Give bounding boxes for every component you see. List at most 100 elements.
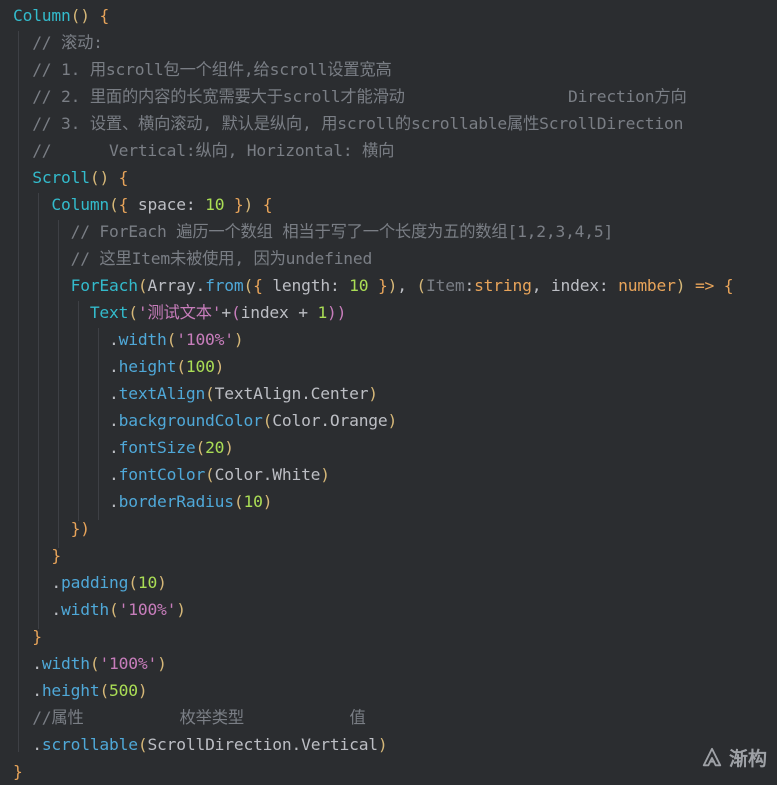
code-line[interactable]: //属性 枚举类型 值 (13, 704, 366, 731)
code-line[interactable]: .width('100%') (13, 596, 186, 623)
code-token: ) (176, 600, 186, 619)
code-line[interactable]: .scrollable(ScrollDirection.Vertical) (13, 731, 388, 758)
code-token: // 滚动: (13, 33, 103, 52)
code-line[interactable]: }) (13, 515, 90, 542)
code-line[interactable]: } (13, 758, 23, 785)
code-token: Item (426, 276, 465, 295)
code-line[interactable]: .backgroundColor(Color.Orange) (13, 407, 397, 434)
code-line[interactable]: .height(500) (13, 677, 147, 704)
code-token: ( (205, 465, 215, 484)
code-token: ) (675, 276, 695, 295)
code-token: { (723, 276, 734, 295)
code-line[interactable]: .height(100) (13, 353, 224, 380)
code-token: ) (320, 465, 330, 484)
code-token: ) (137, 681, 148, 700)
code-token: + (221, 303, 231, 322)
code-token: width (61, 600, 110, 619)
code-token: . (13, 330, 119, 349)
watermark: 渐构 (701, 744, 767, 771)
code-token: 1 (317, 303, 328, 322)
code-line[interactable]: .width('100%') (13, 650, 167, 677)
code-line[interactable]: } (13, 542, 61, 569)
code-token: } (32, 627, 42, 646)
code-token: . (13, 465, 119, 484)
code-line[interactable]: // 这里Item未被使用, 因为undefined (13, 245, 373, 272)
code-editor[interactable]: Column() { // 滚动: // 1. 用scroll包一个组件,给sc… (0, 0, 777, 783)
code-token: 10 (137, 573, 158, 592)
code-token: textAlign (118, 384, 206, 403)
code-token: from (205, 276, 244, 295)
code-token: height (41, 681, 100, 700)
code-token: . (13, 384, 119, 403)
code-token: . (13, 573, 62, 592)
code-token: 500 (109, 681, 138, 700)
code-line[interactable]: // 1. 用scroll包一个组件,给scroll设置宽高 (13, 56, 392, 83)
code-token: ( (416, 276, 427, 295)
code-token: , index: (531, 276, 619, 295)
code-token: )) (327, 303, 347, 322)
code-line[interactable]: // ForEach 遍历一个数组 相当于写了一个长度为五的数组[1,2,3,4… (13, 218, 614, 245)
code-line[interactable]: ForEach(Array.from({ length: 10 }), (Ite… (13, 272, 734, 299)
code-token: height (118, 357, 177, 376)
code-line[interactable]: .fontColor(Color.White) (13, 461, 330, 488)
code-token: 10 (349, 276, 369, 295)
code-token: TextAlign.Center (214, 384, 369, 403)
code-token: Text (89, 303, 129, 322)
code-token: . (13, 735, 42, 754)
code-token: ( (176, 357, 186, 376)
code-token: Column (51, 195, 110, 214)
code-token: // 这里Item未被使用, 因为undefined (13, 249, 373, 268)
code-token: () (89, 168, 119, 187)
code-line[interactable]: Text('测试文本'+(index + 1)) (13, 299, 347, 326)
code-token: fontColor (118, 465, 206, 484)
code-token: 10 (243, 492, 263, 511)
code-token: { (262, 195, 273, 214)
code-line[interactable]: // 滚动: (13, 29, 103, 56)
code-token: ( (205, 384, 215, 403)
code-line[interactable]: Scroll() { (13, 164, 128, 191)
code-line[interactable]: // Vertical:纵向, Horizontal: 横向 (13, 137, 394, 164)
code-token: ( (109, 600, 119, 619)
code-line[interactable]: Column({ space: 10 }) { (13, 191, 272, 218)
code-token: ( (137, 276, 148, 295)
code-token: ( (128, 573, 138, 592)
code-token: ( (231, 303, 241, 322)
code-line[interactable]: .borderRadius(10) (13, 488, 272, 515)
code-line[interactable]: .textAlign(TextAlign.Center) (13, 380, 378, 407)
code-token: } (368, 276, 388, 295)
code-line[interactable]: .fontSize(20) (13, 434, 234, 461)
code-token: { (253, 276, 273, 295)
code-line[interactable]: .padding(10) (13, 569, 167, 596)
code-token: // Vertical:纵向, Horizontal: 横向 (13, 141, 395, 160)
code-token: ) (157, 654, 167, 673)
code-line[interactable]: Column() { (13, 2, 109, 29)
code-token: // 1. 用scroll包一个组件,给scroll设置宽高 (13, 60, 392, 79)
code-line[interactable]: .width('100%') (13, 326, 244, 353)
code-line[interactable]: } (13, 623, 42, 650)
code-token: ( (137, 735, 148, 754)
code-token: } (13, 762, 23, 781)
code-token: Column (13, 6, 71, 25)
code-token: , (397, 276, 417, 295)
code-token: ) (157, 573, 167, 592)
code-token: ( (109, 195, 119, 214)
code-token: '100%' (176, 330, 234, 349)
code-token: number (618, 276, 676, 295)
code-line[interactable]: // 3. 设置、横向滚动, 默认是纵向, 用scroll的scrollable… (13, 110, 683, 137)
code-token: // ForEach 遍历一个数组 相当于写了一个长度为五的数组[1,2,3,4… (13, 222, 614, 241)
code-token: borderRadius (118, 492, 234, 511)
code-token: } (51, 546, 62, 565)
code-line[interactable]: // 2. 里面的内容的长宽需要大于scroll才能滑动 Direction方向 (13, 83, 687, 110)
code-token: width (118, 330, 167, 349)
code-token: . (13, 411, 119, 430)
code-token: //属性 枚举类型 值 (13, 708, 366, 727)
code-token: ) (387, 411, 398, 430)
code-token: // 2. 里面的内容的长宽需要大于scroll才能滑动 Direction方向 (13, 87, 687, 106)
code-token: ) (214, 357, 225, 376)
